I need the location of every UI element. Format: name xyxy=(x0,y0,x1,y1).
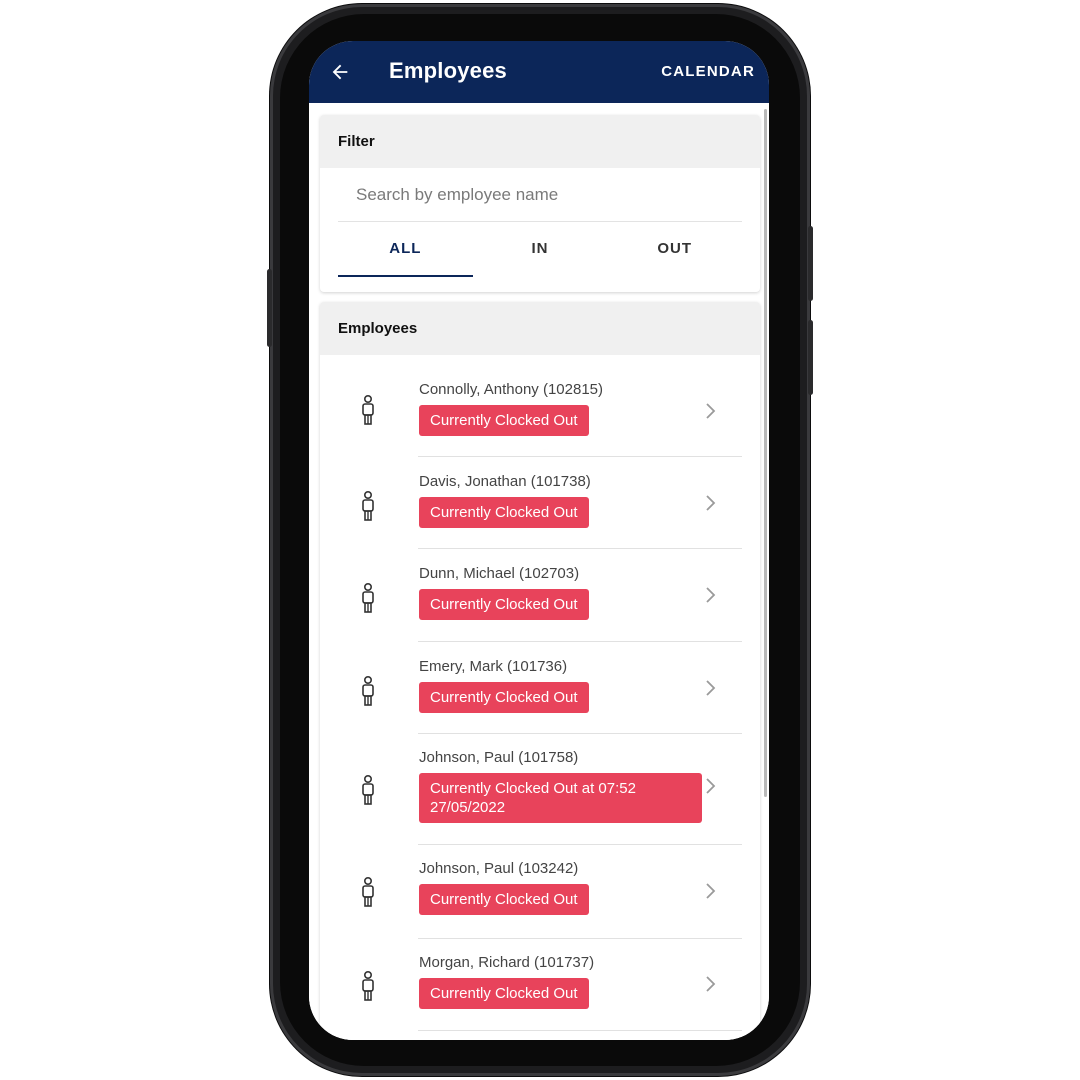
employee-name: Davis, Jonathan (101738) xyxy=(419,473,591,490)
employee-row[interactable]: Dunn, Michael (102703) Currently Clocked… xyxy=(320,549,760,642)
employee-name: Dunn, Michael (102703) xyxy=(419,565,580,582)
filter-header: Filter xyxy=(320,115,760,168)
status-badge: Currently Clocked Out xyxy=(419,497,589,528)
chevron-right-icon xyxy=(706,680,716,696)
chevron-right-icon xyxy=(706,778,716,794)
calendar-button[interactable]: CALENDAR xyxy=(661,63,755,80)
phone-screen: Employees CALENDAR Filter ALL IN OUT Emp… xyxy=(309,41,769,1040)
chevron-right-icon xyxy=(706,883,716,899)
employee-name: Morgan, Richard (101737) xyxy=(419,954,595,971)
app-bar: Employees CALENDAR xyxy=(309,41,769,103)
content-area: Filter ALL IN OUT Employees xyxy=(309,103,769,1040)
chevron-right-icon xyxy=(706,976,716,992)
person-icon xyxy=(362,971,374,1001)
employee-row[interactable]: Morgan, Richard (101737) Currently Clock… xyxy=(320,939,760,1031)
employee-name: Emery, Mark (101736) xyxy=(419,658,568,675)
tab-in[interactable]: IN xyxy=(473,223,608,277)
filter-tabs: ALL IN OUT xyxy=(338,223,742,277)
employees-card: Employees Connolly, Anthony (102815) Cur… xyxy=(320,302,760,1040)
page-title: Employees xyxy=(389,58,507,83)
volume-button xyxy=(267,269,272,347)
employee-name: Johnson, Paul (101758) xyxy=(419,749,579,766)
employee-row[interactable]: Connolly, Anthony (102815) Currently Clo… xyxy=(320,355,760,457)
person-icon xyxy=(362,877,374,907)
status-badge: Currently Clocked Out xyxy=(419,589,589,620)
status-badge: Currently Clocked Out xyxy=(419,884,589,915)
status-badge: Currently Clocked Out xyxy=(419,978,589,1009)
chevron-right-icon xyxy=(706,403,716,419)
employee-name: Johnson, Paul (103242) xyxy=(419,860,579,877)
side-button-upper xyxy=(808,226,813,301)
search-input[interactable] xyxy=(338,168,742,222)
status-badge: Currently Clocked Out xyxy=(419,682,589,713)
row-divider xyxy=(418,1030,742,1031)
employees-header: Employees xyxy=(320,302,760,355)
chevron-right-icon xyxy=(706,495,716,511)
status-badge: Currently Clocked Out at 07:52 27/05/202… xyxy=(419,773,702,823)
employee-row[interactable]: Johnson, Paul (103242) Currently Clocked… xyxy=(320,845,760,939)
status-badge: Currently Clocked Out xyxy=(419,405,589,436)
back-button[interactable] xyxy=(323,55,357,89)
person-icon xyxy=(362,676,374,706)
tab-out[interactable]: OUT xyxy=(607,223,742,277)
arrow-left-icon xyxy=(332,64,348,80)
employee-name: Connolly, Anthony (102815) xyxy=(419,381,604,398)
tab-all[interactable]: ALL xyxy=(338,223,473,277)
filter-card: Filter ALL IN OUT xyxy=(320,115,760,292)
scrollbar[interactable] xyxy=(764,109,767,797)
chevron-right-icon xyxy=(706,587,716,603)
employee-row[interactable]: Johnson, Paul (101758) Currently Clocked… xyxy=(320,734,760,845)
person-icon xyxy=(362,583,374,613)
employee-row[interactable]: Davis, Jonathan (101738) Currently Clock… xyxy=(320,457,760,549)
side-button-lower xyxy=(808,320,813,395)
person-icon xyxy=(362,491,374,521)
person-icon xyxy=(362,775,374,805)
person-icon xyxy=(362,395,374,425)
employee-row[interactable]: Emery, Mark (101736) Currently Clocked O… xyxy=(320,642,760,734)
